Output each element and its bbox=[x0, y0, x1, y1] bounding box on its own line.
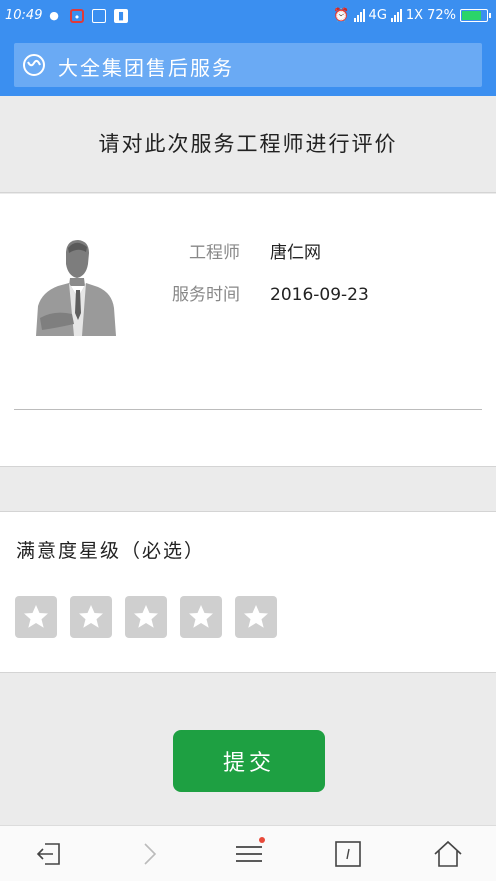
service-date: 2016-09-23 bbox=[270, 285, 369, 305]
engineer-avatar bbox=[36, 238, 116, 336]
star-5[interactable] bbox=[235, 596, 277, 638]
divider bbox=[14, 409, 482, 410]
service-time-row: 服务时间 2016-09-23 bbox=[140, 280, 369, 305]
status-indicators: ⏰ 4G 1X 72% bbox=[333, 8, 491, 23]
battery-icon bbox=[460, 9, 491, 22]
menu-icon bbox=[236, 846, 262, 862]
notification-dot bbox=[259, 837, 265, 843]
submit-button[interactable]: 提交 bbox=[173, 730, 325, 792]
service-time-label: 服务时间 bbox=[172, 285, 240, 305]
app-header: 大全集团售后服务 bbox=[0, 34, 496, 96]
header-bar: 大全集团售后服务 bbox=[14, 43, 482, 87]
menu-button[interactable] bbox=[219, 826, 279, 881]
signal-icon-2 bbox=[390, 9, 402, 22]
exit-button[interactable] bbox=[19, 826, 79, 881]
home-button[interactable] bbox=[418, 826, 478, 881]
status-time: 10:49 bbox=[5, 8, 43, 23]
star-icon bbox=[189, 605, 213, 628]
rating-label: 满意度星级（必选） bbox=[16, 540, 206, 562]
bottom-nav bbox=[0, 825, 496, 881]
network-type-2: 1X bbox=[405, 8, 424, 23]
tabs-icon bbox=[335, 841, 361, 867]
engineer-label: 工程师 bbox=[189, 243, 240, 263]
star-2[interactable] bbox=[70, 596, 112, 638]
wechat-icon: ● bbox=[49, 9, 59, 22]
engineer-name-row: 工程师 唐仁网 bbox=[140, 238, 321, 263]
star-icon bbox=[24, 605, 48, 628]
rating-section: 满意度星级（必选） bbox=[0, 511, 496, 673]
signal-icon bbox=[353, 9, 365, 22]
star-icon bbox=[244, 605, 268, 628]
scan-icon bbox=[92, 9, 106, 23]
record-icon: • bbox=[70, 9, 84, 24]
engineer-card: 工程师 唐仁网 服务时间 2016-09-23 bbox=[0, 194, 496, 467]
battery-percent: 72% bbox=[427, 8, 456, 23]
status-bar: 10:49 ● • ▮ ⏰ 4G 1X 72% bbox=[0, 0, 496, 34]
star-icon bbox=[79, 605, 103, 628]
title-section: 请对此次服务工程师进行评价 bbox=[0, 96, 496, 193]
tabs-button[interactable] bbox=[318, 826, 378, 881]
back-exit-icon bbox=[36, 843, 60, 865]
forward-icon bbox=[144, 843, 157, 865]
network-type: 4G bbox=[368, 8, 387, 23]
alarm-icon: ⏰ bbox=[333, 8, 350, 23]
brand-logo-icon bbox=[23, 54, 45, 76]
star-rating bbox=[15, 596, 277, 638]
star-3[interactable] bbox=[125, 596, 167, 638]
star-4[interactable] bbox=[180, 596, 222, 638]
page-title: 请对此次服务工程师进行评价 bbox=[98, 132, 398, 156]
header-title: 大全集团售后服务 bbox=[58, 56, 234, 80]
star-icon bbox=[134, 605, 158, 628]
home-icon bbox=[434, 840, 462, 867]
clipboard-icon: ▮ bbox=[114, 9, 128, 23]
engineer-name: 唐仁网 bbox=[270, 243, 321, 263]
forward-button[interactable] bbox=[119, 826, 179, 881]
star-1[interactable] bbox=[15, 596, 57, 638]
